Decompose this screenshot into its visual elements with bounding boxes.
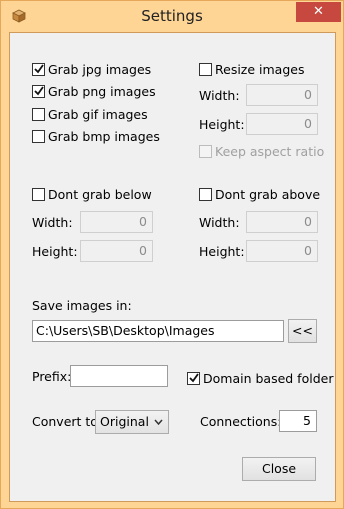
window-title: Settings (141, 7, 203, 25)
grab-bmp-label: Grab bmp images (48, 128, 160, 144)
dont-grab-above-checkbox[interactable]: Dont grab above (199, 186, 320, 202)
resize-images-checkbox[interactable]: Resize images (199, 61, 304, 77)
resize-height-field[interactable]: 0 (246, 113, 318, 135)
grab-png-box[interactable] (32, 84, 45, 98)
convert-to-value: Original (100, 414, 149, 429)
grab-png-label: Grab png images (48, 83, 156, 99)
resize-width-field[interactable]: 0 (246, 84, 318, 106)
below-height-label: Height: (32, 244, 78, 259)
resize-height-label: Height: (199, 117, 245, 132)
grab-png-checkbox[interactable]: Grab png images (32, 83, 156, 99)
chevron-down-icon (154, 419, 163, 426)
dont-grab-below-label: Dont grab below (48, 186, 152, 202)
grab-jpg-checkbox[interactable]: Grab jpg images (32, 61, 151, 77)
dont-grab-above-label: Dont grab above (215, 186, 321, 202)
settings-panel: Grab jpg images Grab png images Grab gif… (9, 32, 336, 502)
above-width-label: Width: (199, 215, 240, 230)
close-button[interactable]: Close (242, 457, 316, 481)
grab-jpg-box[interactable] (32, 62, 45, 76)
connections-field[interactable]: 5 (279, 410, 317, 432)
grab-bmp-box[interactable] (32, 129, 45, 143)
above-width-field[interactable]: 0 (246, 211, 318, 233)
below-height-field[interactable]: 0 (80, 240, 153, 262)
dont-grab-below-checkbox[interactable]: Dont grab below (32, 186, 152, 202)
checkmark-icon (34, 85, 44, 95)
dont-grab-above-box[interactable] (199, 187, 212, 201)
resize-images-box[interactable] (199, 62, 212, 76)
title-bar[interactable]: Settings ✕ (1, 1, 343, 31)
domain-based-folder-label: Domain based folder (203, 370, 334, 386)
browse-button[interactable]: << (288, 319, 317, 343)
below-width-label: Width: (32, 215, 73, 230)
save-images-label: Save images in: (32, 298, 132, 313)
keep-aspect-ratio-box[interactable] (199, 144, 212, 158)
keep-aspect-ratio-label: Keep aspect ratio (215, 143, 325, 159)
prefix-field[interactable] (70, 365, 168, 387)
grab-gif-label: Grab gif images (48, 106, 148, 122)
grab-gif-checkbox[interactable]: Grab gif images (32, 106, 148, 122)
resize-width-label: Width: (199, 88, 240, 103)
prefix-label: Prefix: (32, 369, 72, 384)
below-width-field[interactable]: 0 (80, 211, 153, 233)
convert-to-select[interactable]: Original (95, 410, 169, 434)
resize-images-label: Resize images (215, 61, 305, 77)
above-height-label: Height: (199, 244, 245, 259)
convert-to-label: Convert to: (32, 414, 103, 429)
connections-label: Connections: (200, 414, 282, 429)
checkmark-icon (34, 63, 44, 73)
dont-grab-below-box[interactable] (32, 187, 45, 201)
checkmark-icon (189, 372, 199, 382)
domain-based-folder-box[interactable] (187, 371, 200, 385)
grab-jpg-label: Grab jpg images (48, 61, 152, 77)
save-path-field[interactable]: C:\Users\SB\Desktop\Images (32, 320, 284, 342)
above-height-field[interactable]: 0 (246, 240, 318, 262)
settings-window: Settings ✕ Grab jpg images Grab png imag… (0, 0, 344, 509)
domain-based-folder-checkbox[interactable]: Domain based folder (187, 370, 333, 386)
window-close-button[interactable]: ✕ (296, 2, 341, 22)
grab-bmp-checkbox[interactable]: Grab bmp images (32, 128, 160, 144)
keep-aspect-ratio-checkbox[interactable]: Keep aspect ratio (199, 143, 324, 159)
grab-gif-box[interactable] (32, 107, 45, 121)
